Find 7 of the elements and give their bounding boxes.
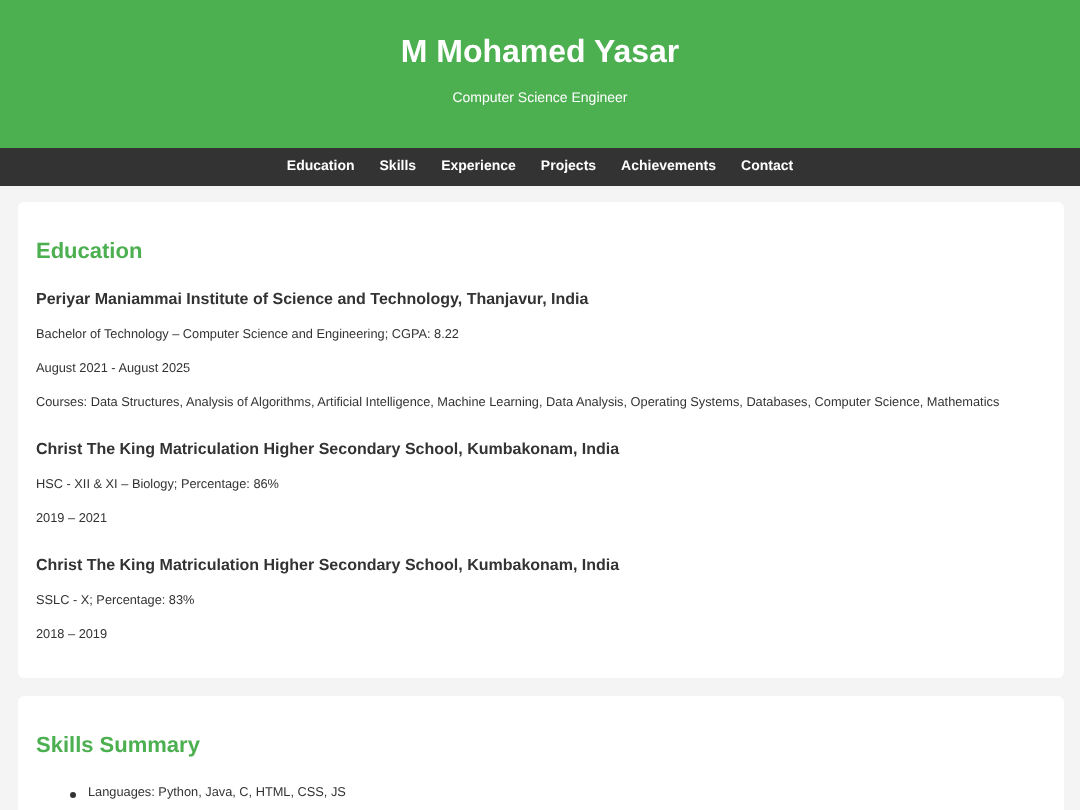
person-name: M Mohamed Yasar <box>398 36 682 72</box>
school-name: Christ The King Matriculation Higher Secondary School, Kumbakonam, India <box>36 556 622 576</box>
school-name: Christ The King Matriculation Higher Secondary School, Kumbakonam, India <box>36 440 622 460</box>
section-heading: Education <box>36 240 145 266</box>
school-name: Periyar Maniammai Institute of Science and Technology, Thanjavur, India <box>36 290 591 310</box>
section-heading: Skills Summary <box>36 734 202 760</box>
bullet-icon <box>70 791 76 797</box>
